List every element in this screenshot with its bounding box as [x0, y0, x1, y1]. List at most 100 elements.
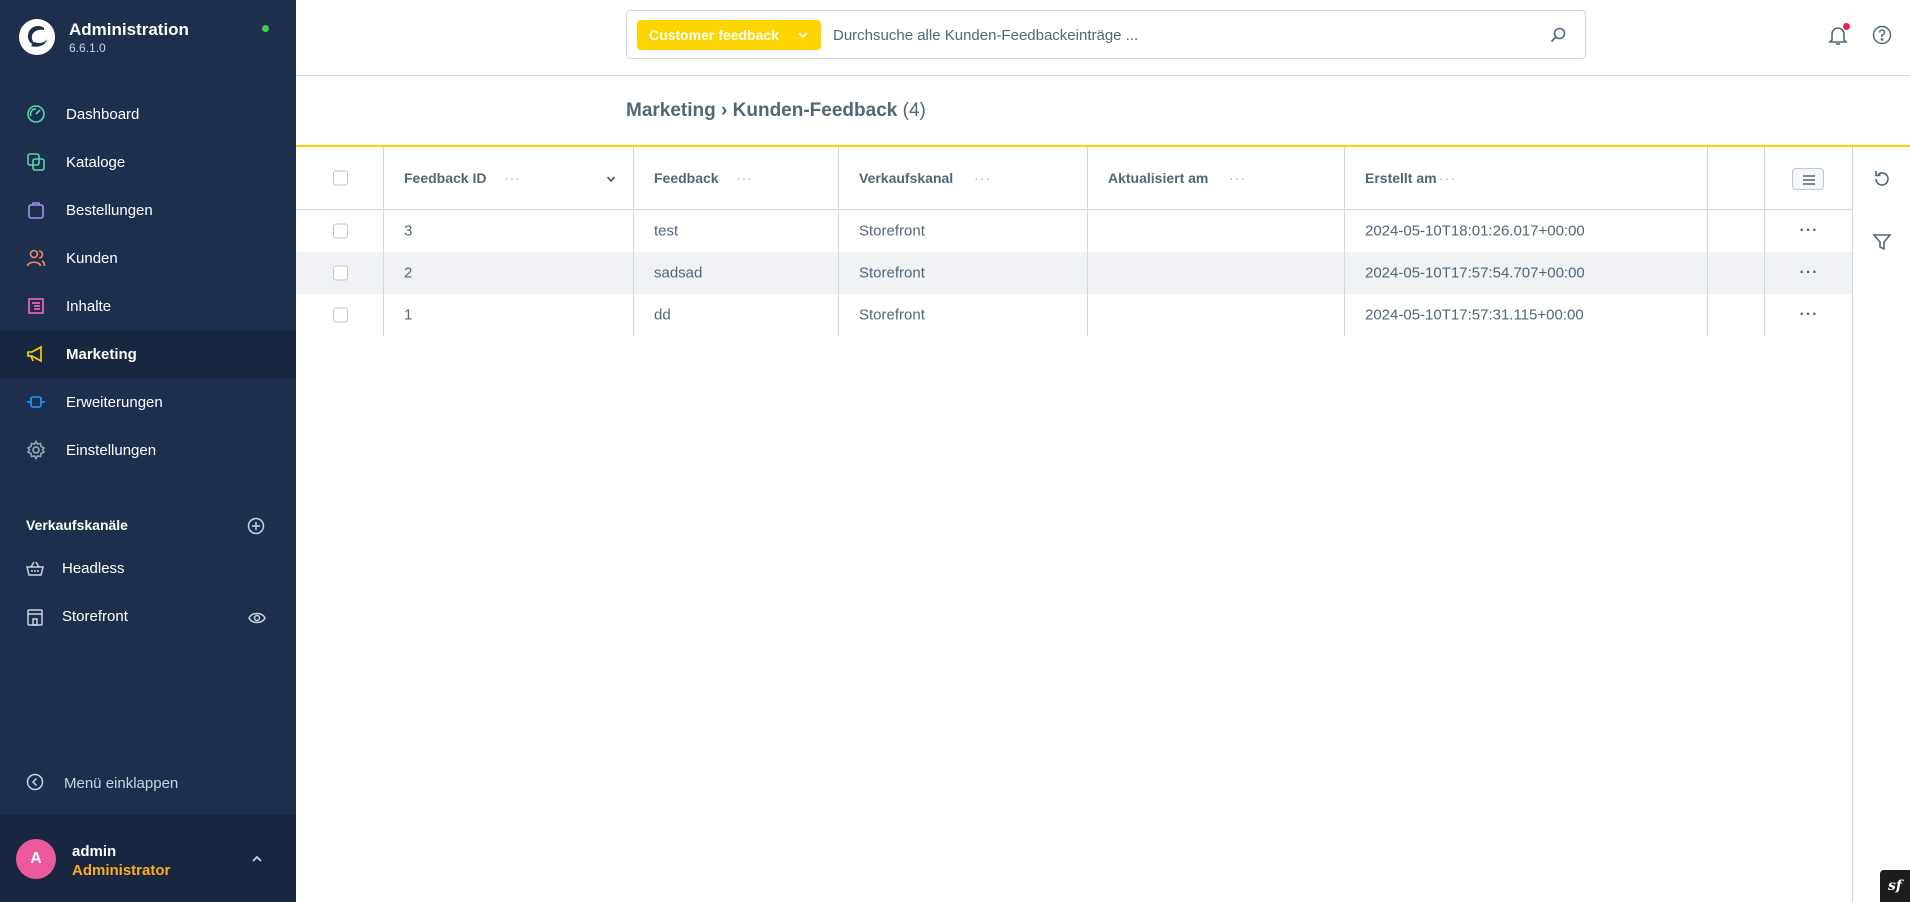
- search-icon[interactable]: [1549, 26, 1567, 44]
- help-icon[interactable]: [1872, 25, 1892, 45]
- row-checkbox[interactable]: [333, 265, 348, 281]
- sales-channels-title: Verkaufskanäle: [26, 517, 128, 533]
- sales-channel-storefront[interactable]: Storefront: [0, 595, 296, 639]
- cell-value: Storefront: [859, 222, 925, 240]
- sidebar-item-label: Kataloge: [66, 153, 126, 171]
- column-spacer: [1708, 147, 1765, 209]
- table-row[interactable]: 1 dd Storefront 2024-05-10T17:57:31.115+…: [296, 294, 1852, 336]
- cell-channel: Storefront: [839, 252, 1088, 294]
- basket-icon: [26, 561, 44, 576]
- avatar: A: [16, 839, 56, 879]
- column-label: Feedback: [654, 170, 719, 186]
- cell-channel: Storefront: [839, 210, 1088, 252]
- page-title: Kunden-Feedback: [732, 100, 898, 121]
- row-actions-icon[interactable]: ···: [1765, 306, 1853, 324]
- cell-spacer: [1708, 210, 1765, 252]
- search-type-dropdown[interactable]: Customer feedback: [637, 20, 821, 50]
- chevron-down-icon: [798, 32, 808, 39]
- column-menu-icon[interactable]: ···: [1439, 170, 1456, 186]
- sales-channel-label: Storefront: [62, 608, 128, 625]
- chevron-circle-left-icon: [26, 773, 44, 791]
- cell-value: 2: [404, 264, 413, 282]
- user-menu[interactable]: A admin Administrator: [0, 815, 296, 902]
- collapse-menu-label: Menü einklappen: [64, 775, 179, 792]
- breadcrumb-separator: ›: [721, 100, 728, 121]
- sort-descending-icon[interactable]: [606, 174, 616, 184]
- collapse-menu-button[interactable]: Menü einklappen: [0, 765, 296, 801]
- chevron-up-icon[interactable]: [250, 852, 264, 866]
- search-type-label: Customer feedback: [649, 27, 779, 43]
- select-cell: [296, 294, 384, 336]
- app-title: Administration: [69, 20, 189, 39]
- sidebar-item-kunden[interactable]: Kunden: [0, 234, 296, 282]
- cell-spacer: [1708, 294, 1765, 336]
- column-menu-icon[interactable]: ···: [504, 170, 521, 186]
- sidebar-item-dashboard[interactable]: Dashboard: [0, 90, 296, 138]
- row-checkbox[interactable]: [333, 223, 348, 239]
- select-all-checkbox[interactable]: [333, 170, 348, 186]
- sidebar-item-label: Kunden: [66, 249, 118, 267]
- refresh-icon[interactable]: [1872, 169, 1892, 189]
- sidebar-item-kataloge[interactable]: Kataloge: [0, 138, 296, 186]
- cell-value: Storefront: [859, 264, 925, 282]
- cell-feedback-id: 2: [384, 252, 634, 294]
- cell-value: 2024-05-10T18:01:26.017+00:00: [1365, 222, 1585, 240]
- row-checkbox[interactable]: [333, 307, 348, 323]
- column-label: Verkaufskanal: [859, 170, 954, 186]
- row-actions-icon[interactable]: ···: [1765, 222, 1853, 240]
- cell-updated: [1088, 210, 1345, 252]
- sidebar-actions: [1852, 147, 1910, 902]
- column-header-feedback[interactable]: Feedback ···: [634, 147, 839, 209]
- sales-channel-label: Headless: [62, 560, 125, 577]
- sidebar-item-label: Erweiterungen: [66, 393, 163, 411]
- column-header-feedback-id[interactable]: Feedback ID ···: [384, 147, 634, 209]
- table-row[interactable]: 2 sadsad Storefront 2024-05-10T17:57:54.…: [296, 252, 1852, 294]
- sales-channel-headless[interactable]: Headless: [0, 547, 296, 591]
- cell-value: 2024-05-10T17:57:31.115+00:00: [1365, 306, 1584, 324]
- sidebar-item-bestellungen[interactable]: Bestellungen: [0, 186, 296, 234]
- sidebar-header: Administration 6.6.1.0: [0, 0, 296, 75]
- entry-count: (4): [902, 100, 926, 121]
- smart-bar: Marketing › Kunden-Feedback (4): [296, 77, 1910, 147]
- sidebar-item-erweiterungen[interactable]: Erweiterungen: [0, 378, 296, 426]
- shopware-logo-icon[interactable]: [19, 19, 55, 55]
- sidebar-item-marketing[interactable]: Marketing: [0, 330, 296, 378]
- row-actions-icon[interactable]: ···: [1765, 264, 1853, 282]
- column-label: Feedback ID: [404, 170, 487, 186]
- table-row[interactable]: 3 test Storefront 2024-05-10T18:01:26.01…: [296, 210, 1852, 252]
- column-header-verkaufskanal[interactable]: Verkaufskanal ···: [839, 147, 1088, 209]
- sidebar-item-einstellungen[interactable]: Einstellungen: [0, 426, 296, 474]
- shopping-bag-icon: [28, 202, 44, 219]
- column-menu-icon[interactable]: ···: [736, 170, 753, 186]
- cell-value: dd: [654, 306, 671, 324]
- breadcrumb: Marketing › Kunden-Feedback (4): [626, 100, 926, 122]
- megaphone-icon: [27, 345, 42, 363]
- column-settings-button[interactable]: [1792, 168, 1824, 190]
- column-menu-icon[interactable]: ···: [1229, 170, 1246, 186]
- sidebar-item-inhalte[interactable]: Inhalte: [0, 282, 296, 330]
- filter-icon[interactable]: [1872, 232, 1892, 252]
- cell-value: test: [654, 222, 679, 240]
- cell-updated: [1088, 294, 1345, 336]
- search-input[interactable]: [833, 22, 1533, 48]
- column-header-erstellt-am[interactable]: Erstellt am ···: [1345, 147, 1708, 209]
- column-header-aktualisiert-am[interactable]: Aktualisiert am ···: [1088, 147, 1345, 209]
- cell-feedback: dd: [634, 294, 839, 336]
- list-icon: [1803, 175, 1815, 185]
- breadcrumb-section[interactable]: Marketing: [626, 100, 716, 121]
- cell-value: sadsad: [654, 264, 703, 282]
- sidebar: Administration 6.6.1.0 Dashboard Katalog…: [0, 0, 296, 902]
- add-sales-channel-icon[interactable]: [247, 517, 265, 535]
- cell-feedback-id: 3: [384, 210, 634, 252]
- column-menu-icon[interactable]: ···: [974, 170, 991, 186]
- content-list-icon: [28, 298, 44, 314]
- top-bar: Customer feedback: [296, 0, 1910, 76]
- main-navigation: Dashboard Kataloge Bestellungen Kunden I…: [0, 90, 296, 474]
- plug-icon: [27, 396, 45, 408]
- eye-icon[interactable]: [248, 609, 266, 627]
- sidebar-item-label: Bestellungen: [66, 201, 153, 219]
- symfony-toolbar-icon[interactable]: sf: [1880, 870, 1910, 902]
- row-actions-cell: ···: [1765, 252, 1853, 294]
- cell-value: 3: [404, 222, 413, 240]
- cell-value: Storefront: [859, 306, 925, 324]
